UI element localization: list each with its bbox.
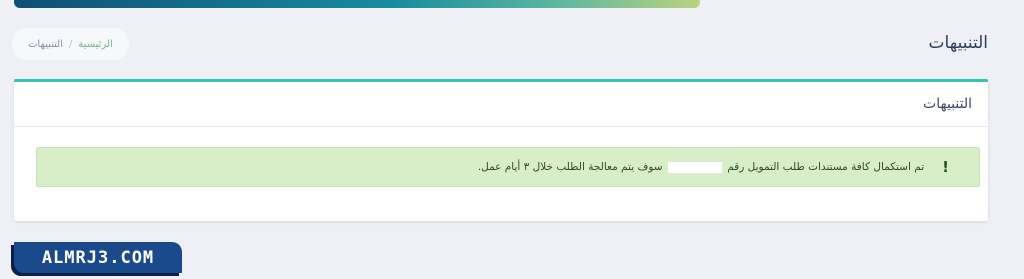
page-title: التنبيهات [928,33,988,53]
breadcrumb: الرئيسية / التنبيهات [12,28,129,60]
notifications-card: التنبيهات ! تم استكمال كافة مستندات طلب … [14,79,988,221]
breadcrumb-separator: / [68,38,73,50]
success-alert: ! تم استكمال كافة مستندات طلب التمويل رق… [36,147,980,187]
alert-message: تم استكمال كافة مستندات طلب التمويل رقم … [478,161,924,173]
breadcrumb-home-link[interactable]: الرئيسية [78,39,112,50]
redacted-number [667,161,722,173]
top-gradient-bar [14,0,700,8]
card-header: التنبيهات [14,82,988,127]
breadcrumb-current: التنبيهات [28,38,63,50]
alert-text-after: سوف يتم معالجة الطلب خلال ٣ أيام عمل. [477,161,663,173]
card-title: التنبيهات [923,96,972,112]
watermark-logo: ALMRJ3.COM [14,242,182,273]
alert-text-before: تم استكمال كافة مستندات طلب التمويل رقم [727,161,925,173]
exclamation-icon: ! [942,158,949,176]
